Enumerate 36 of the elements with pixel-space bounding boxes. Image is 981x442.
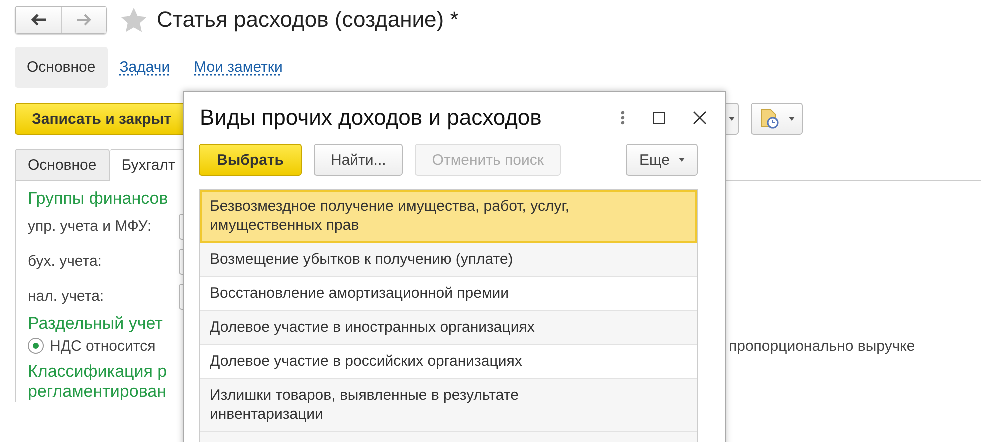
section-title: Классификация р xyxy=(28,362,168,382)
radio-label: пропорционально выручке xyxy=(729,338,916,354)
section-title: Группы финансов xyxy=(28,189,168,209)
list-item[interactable]: Возмещение убытков к получению (уплате) xyxy=(200,243,697,277)
maximize-icon[interactable] xyxy=(653,112,665,124)
window-title: Статья расходов (создание) * xyxy=(157,7,459,33)
field-label: упр. учета и МФУ: xyxy=(28,218,152,235)
radio-button[interactable] xyxy=(28,338,44,354)
nav-link[interactable]: Основное xyxy=(15,47,108,88)
tab[interactable]: Основное xyxy=(15,149,110,180)
caret-icon xyxy=(679,158,685,162)
list-item[interactable]: Безвозмездное получение имущества, работ, услуг, имущественных прав xyxy=(200,190,697,243)
more-icon[interactable] xyxy=(621,111,625,125)
field-label: нал. учета: xyxy=(28,288,104,305)
back-arrow-icon xyxy=(30,14,46,26)
close-icon[interactable] xyxy=(693,111,707,125)
list-item[interactable]: Долевое участие в иностранных организациях xyxy=(200,311,697,345)
caret-icon xyxy=(728,117,734,121)
dialog-title: Виды прочих доходов и расходов xyxy=(200,105,542,131)
nav-link[interactable]: Задачи xyxy=(108,47,182,88)
radio-label: НДС относится xyxy=(50,338,156,354)
more-button[interactable]: Еще xyxy=(626,144,698,176)
caret-icon xyxy=(788,117,794,121)
report-button[interactable] xyxy=(751,103,803,135)
star-icon[interactable] xyxy=(121,8,147,32)
forward-arrow-icon xyxy=(76,14,92,26)
section-title: Раздельный учет xyxy=(28,314,163,334)
nav-link[interactable]: Мои заметки xyxy=(182,47,295,88)
list-item[interactable]: Излишки товаров, выявленные в результате инвентаризации xyxy=(200,379,697,432)
back-button[interactable] xyxy=(16,7,61,33)
dialog-button[interactable]: Найти... xyxy=(314,144,404,176)
field-label: бух. учета: xyxy=(28,253,102,270)
document-clock-icon xyxy=(760,109,780,129)
dialog-button[interactable]: Выбрать xyxy=(199,144,302,176)
dropdown-button[interactable] xyxy=(725,103,739,135)
section-title: регламентирован xyxy=(28,382,167,402)
